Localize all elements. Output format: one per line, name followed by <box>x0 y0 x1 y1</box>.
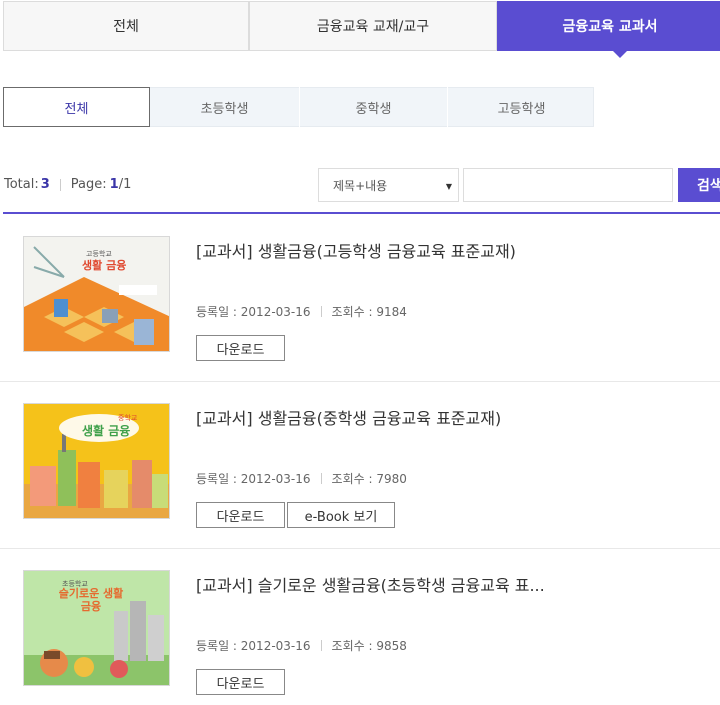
view-count: 조회수 : 7980 <box>331 472 407 486</box>
search-type-select[interactable]: 제목+내용 ▼ <box>318 168 459 202</box>
divider <box>320 473 322 484</box>
page-label: Page: <box>70 177 107 192</box>
divider <box>320 306 322 317</box>
total-label: Total: <box>4 177 39 192</box>
item-meta: 등록일 : 2012-03-16 조회수 : 7980 <box>196 470 407 487</box>
result-summary: Total: 3 Page: 1 /1 <box>4 177 131 192</box>
subtab-high[interactable]: 고등학생 <box>448 87 595 127</box>
view-count: 조회수 : 9858 <box>331 639 407 653</box>
book-cover-image[interactable]: 중학교 생활 금융 <box>23 403 170 519</box>
subtab-elementary[interactable]: 초등학생 <box>150 87 300 127</box>
list-item: 중학교 생활 금융 [교과서] 생활금융(중학생 금융교육 표준교재) 등록일 … <box>0 382 720 549</box>
cover-title: 슬기로운 생활 금융 <box>58 587 124 613</box>
cover-title: 생활 금융 <box>82 259 127 272</box>
register-date: 등록일 : 2012-03-16 <box>196 305 311 319</box>
divider <box>59 178 61 191</box>
list-top-rule <box>3 212 720 214</box>
ebook-button[interactable]: e-Book 보기 <box>287 502 395 528</box>
download-button[interactable]: 다운로드 <box>196 669 285 695</box>
book-cover-image[interactable]: 고등학교 생활 금융 <box>23 236 170 352</box>
register-date: 등록일 : 2012-03-16 <box>196 639 311 653</box>
grade-tabs: 전체 초등학생 중학생 고등학생 <box>3 87 594 127</box>
list-item: 고등학교 생활 금융 [교과서] 생활금융(고등학생 금융교육 표준교재) 등록… <box>0 215 720 382</box>
list-item: 초등학교 슬기로운 생활 금융 [교과서] 슬기로운 생활금융(초등학생 금융교… <box>0 549 720 705</box>
page-total: /1 <box>118 177 132 192</box>
download-button[interactable]: 다운로드 <box>196 335 285 361</box>
register-date: 등록일 : 2012-03-16 <box>196 472 311 486</box>
item-title[interactable]: [교과서] 생활금융(중학생 금융교육 표준교재) <box>196 405 501 429</box>
total-count: 3 <box>40 177 50 192</box>
book-cover-image[interactable]: 초등학교 슬기로운 생활 금융 <box>23 570 170 686</box>
view-count: 조회수 : 9184 <box>331 305 407 319</box>
subtab-middle[interactable]: 중학생 <box>300 87 448 127</box>
tab-textbooks[interactable]: 금융교육 교과서 <box>497 1 720 58</box>
divider <box>320 640 322 651</box>
search-type-value: 제목+내용 <box>333 178 388 193</box>
item-meta: 등록일 : 2012-03-16 조회수 : 9184 <box>196 303 407 320</box>
category-tabs: 전체 금융교육 교재/교구 금융교육 교과서 <box>3 1 720 58</box>
page-current: 1 <box>109 177 119 192</box>
item-meta: 등록일 : 2012-03-16 조회수 : 9858 <box>196 637 407 654</box>
chevron-down-icon: ▼ <box>445 182 452 191</box>
tab-materials[interactable]: 금융교육 교재/교구 <box>249 1 497 51</box>
subtab-all[interactable]: 전체 <box>3 87 150 127</box>
search-input[interactable] <box>463 168 673 202</box>
cover-title: 생활 금융 <box>82 424 131 438</box>
tab-all[interactable]: 전체 <box>3 1 249 51</box>
item-title[interactable]: [교과서] 생활금융(고등학생 금융교육 표준교재) <box>196 238 516 262</box>
download-button[interactable]: 다운로드 <box>196 502 285 528</box>
item-title[interactable]: [교과서] 슬기로운 생활금융(초등학생 금융교육 표... <box>196 572 545 596</box>
search-button[interactable]: 검색 <box>678 168 720 202</box>
